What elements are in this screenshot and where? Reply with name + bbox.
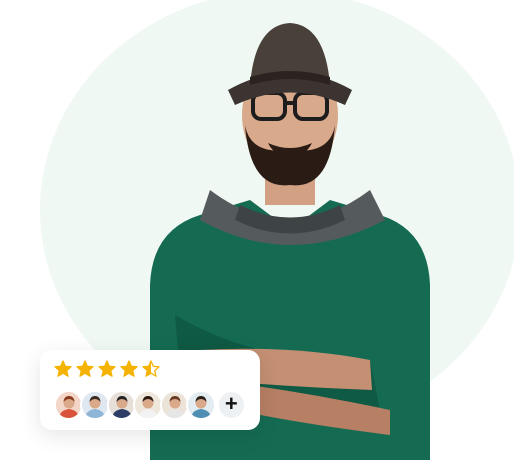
- avatar: [54, 390, 84, 420]
- avatar: [159, 390, 190, 420]
- star-icon: [54, 360, 72, 377]
- avatar: [106, 390, 137, 420]
- avatar: [80, 390, 110, 420]
- more-users-button[interactable]: +: [216, 390, 246, 420]
- avatar: [133, 390, 163, 420]
- star-rating: [54, 360, 246, 378]
- star-icon: [76, 360, 94, 377]
- star-icon: [120, 360, 138, 377]
- plus-icon: +: [224, 391, 238, 416]
- rating-card: +: [40, 350, 260, 430]
- star-icon: [98, 360, 116, 377]
- avatar: [186, 390, 216, 420]
- star-half-icon: [142, 360, 160, 377]
- avatar-group: +: [54, 390, 246, 420]
